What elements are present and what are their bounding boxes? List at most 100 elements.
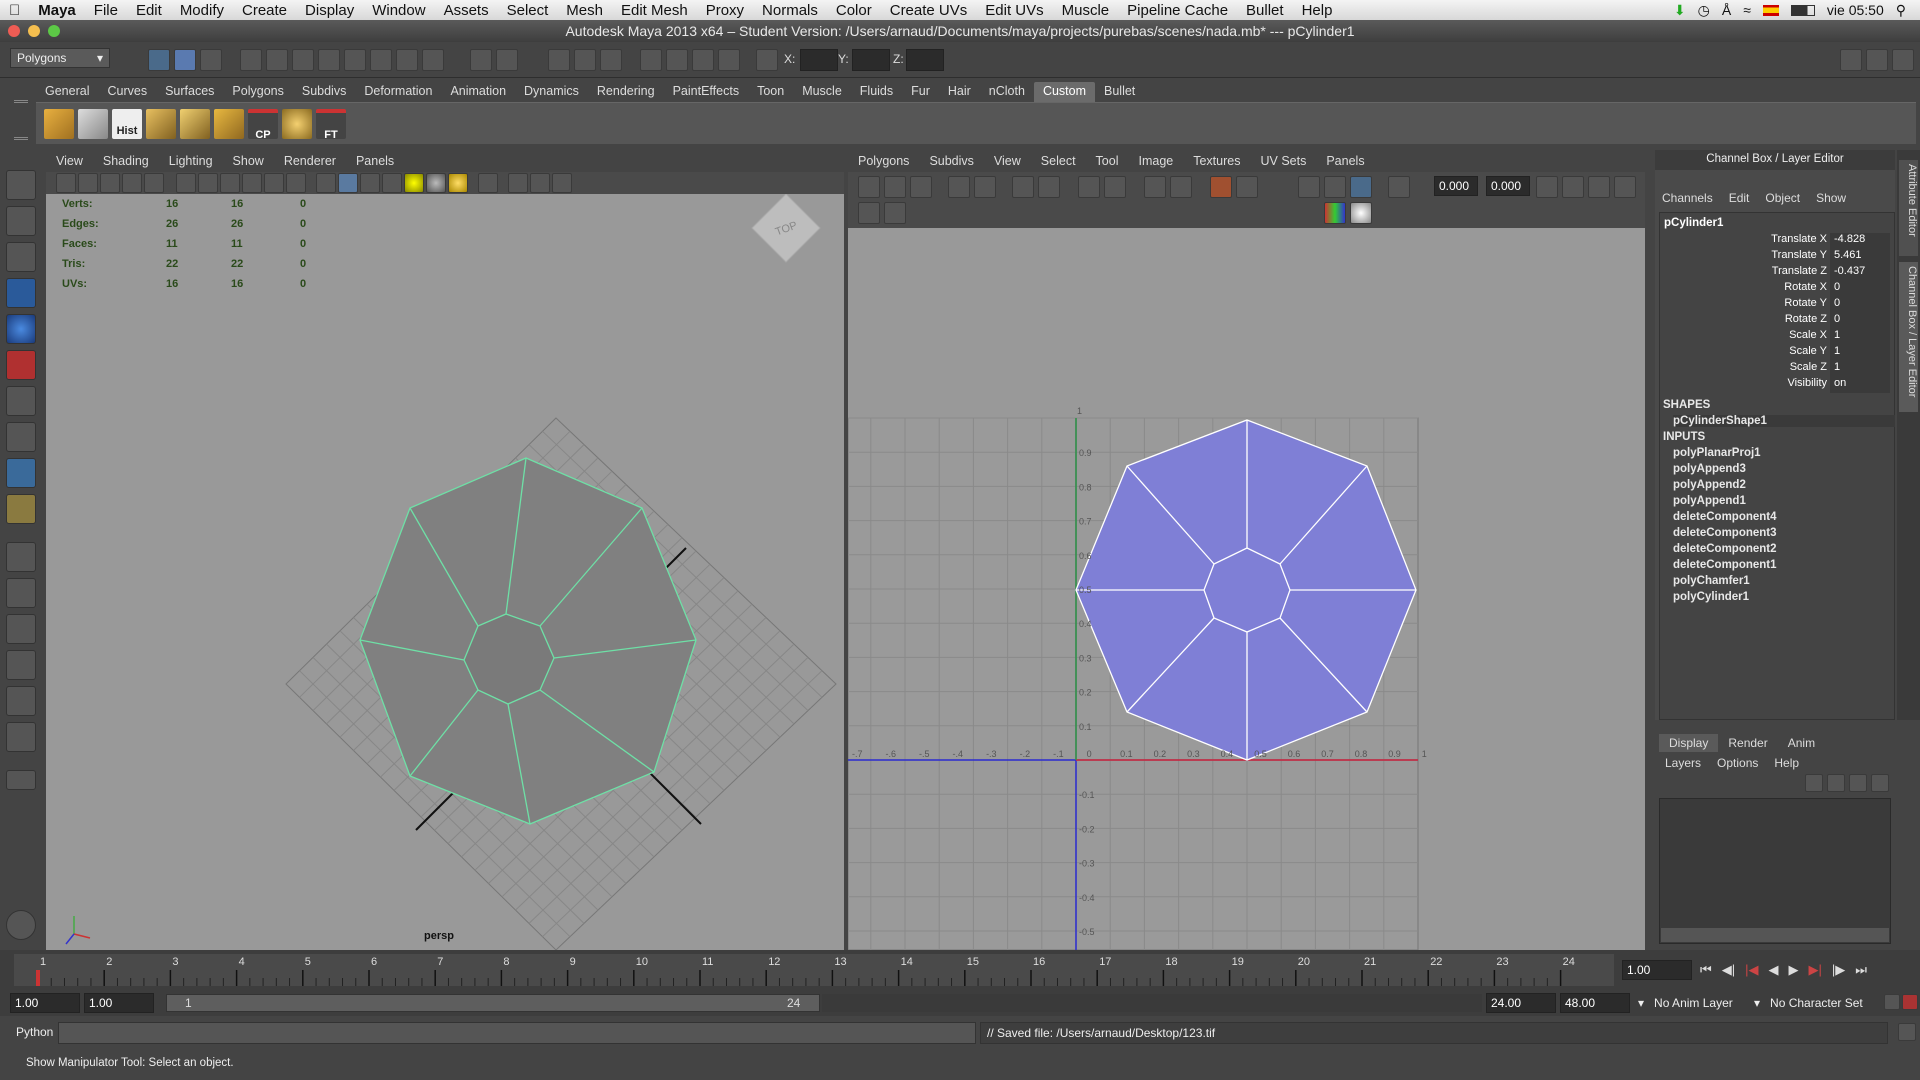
persp-menu-renderer[interactable]: Renderer: [274, 154, 346, 168]
move-layer-up-icon[interactable]: [1805, 774, 1823, 792]
bookmarks-icon[interactable]: [100, 173, 120, 193]
uv-shell[interactable]: [1075, 419, 1417, 761]
menu-app[interactable]: Maya: [29, 2, 85, 19]
history-icon[interactable]: Hist: [112, 109, 142, 139]
shelf-tab-fur[interactable]: Fur: [902, 82, 939, 102]
menu-help[interactable]: Help: [1293, 2, 1342, 19]
menu-window[interactable]: Window: [363, 2, 434, 19]
image-plane-icon[interactable]: [122, 173, 142, 193]
play-forwards-icon[interactable]: ▶: [1788, 962, 1798, 978]
make-live-icon[interactable]: [370, 49, 392, 71]
uv-texture-layout-icon[interactable]: [6, 722, 36, 752]
default-lighting-icon[interactable]: [404, 173, 424, 193]
uv-align-icon[interactable]: [948, 176, 970, 198]
object-name[interactable]: pCylinder1: [1664, 217, 1723, 229]
play-backwards-icon[interactable]: ◀: [1768, 962, 1778, 978]
select-component-icon[interactable]: [200, 49, 222, 71]
persp-outliner-layout-icon[interactable]: [6, 614, 36, 644]
battery-icon[interactable]: [1790, 4, 1815, 16]
center-pivot-icon[interactable]: CP: [248, 109, 278, 141]
move-tool-icon[interactable]: [6, 278, 36, 308]
playback-end-input[interactable]: 24.00: [1486, 993, 1556, 1013]
layout-expand-icon[interactable]: [6, 770, 36, 790]
new-empty-layer-icon[interactable]: [1849, 774, 1867, 792]
shadows-icon[interactable]: [426, 173, 446, 193]
select-object-icon[interactable]: [174, 49, 196, 71]
close-window-icon[interactable]: [8, 25, 20, 37]
menu-create[interactable]: Create: [233, 2, 296, 19]
uv-unfold-icon[interactable]: [1078, 176, 1100, 198]
render-settings-icon[interactable]: [640, 49, 662, 71]
uv-cut-icon[interactable]: [1012, 176, 1034, 198]
uv-rotate-icon[interactable]: [884, 202, 906, 224]
attr-rotate-y[interactable]: Rotate Y0: [1660, 297, 1890, 313]
grid-toggle-icon[interactable]: [176, 173, 196, 193]
menu-edit-mesh[interactable]: Edit Mesh: [612, 2, 697, 19]
uv-shaded-icon[interactable]: [1236, 176, 1258, 198]
input-node[interactable]: deleteComponent3: [1673, 527, 1777, 539]
layer-tab-anim[interactable]: Anim: [1778, 734, 1825, 752]
uv-paste-icon[interactable]: [1588, 176, 1610, 198]
shelf-tab-toon[interactable]: Toon: [748, 82, 793, 102]
textured-icon[interactable]: [382, 173, 402, 193]
input-node[interactable]: polyPlanarProj1: [1673, 447, 1761, 459]
input-node[interactable]: polyAppend2: [1673, 479, 1746, 491]
uv-smudge-tool-icon[interactable]: [910, 176, 932, 198]
menu-modify[interactable]: Modify: [171, 2, 233, 19]
end-time-input[interactable]: 48.00: [1560, 993, 1630, 1013]
shelf-tab-painteffects[interactable]: PaintEffects: [664, 82, 748, 102]
camera-attributes-icon[interactable]: [78, 173, 98, 193]
select-camera-icon[interactable]: [56, 173, 76, 193]
layers-menu[interactable]: Layers: [1665, 756, 1701, 770]
uv-move-tool-icon[interactable]: [884, 176, 906, 198]
attr-rotate-z[interactable]: Rotate Z0: [1660, 313, 1890, 329]
snap-view-plane-icon[interactable]: [344, 49, 366, 71]
auto-map-icon[interactable]: [180, 109, 210, 139]
isolate-select-icon[interactable]: [478, 173, 498, 193]
render-region-icon[interactable]: [692, 49, 714, 71]
sculpt-tool-icon[interactable]: [6, 910, 36, 940]
render-frame-icon[interactable]: [574, 49, 596, 71]
uv-shade-icon[interactable]: [1350, 176, 1372, 198]
go-to-start-icon[interactable]: ⏮: [1700, 962, 1712, 978]
playback-start-input[interactable]: 1.00: [84, 993, 154, 1013]
v-value-input[interactable]: 0.000: [1486, 176, 1530, 196]
sphere-map-icon[interactable]: [282, 109, 312, 139]
input-node[interactable]: polyChamfer1: [1673, 575, 1750, 587]
u-value-input[interactable]: 0.000: [1434, 176, 1478, 196]
shelf-tab-general[interactable]: General: [36, 82, 98, 102]
menu-set-dropdown[interactable]: Polygons ▾: [10, 48, 110, 68]
help-icon[interactable]: [422, 49, 444, 71]
menu-color[interactable]: Color: [827, 2, 881, 19]
shelf-tab-surfaces[interactable]: Surfaces: [156, 82, 223, 102]
character-set-dropdown[interactable]: ▾ No Character Set: [1754, 996, 1863, 1010]
attr-rotate-x[interactable]: Rotate X0: [1660, 281, 1890, 297]
shelf-tab-dynamics[interactable]: Dynamics: [515, 82, 588, 102]
channels-menu[interactable]: Channels: [1662, 191, 1713, 205]
xray-joints-icon[interactable]: [530, 173, 550, 193]
select-tool-icon[interactable]: [6, 170, 36, 200]
pick-mask-icon[interactable]: [240, 49, 262, 71]
wifi-icon[interactable]: ≈: [1743, 2, 1751, 18]
attr-translate-x[interactable]: Translate X -4.828: [1660, 233, 1890, 249]
film-gate-icon[interactable]: [198, 173, 218, 193]
four-view-layout-icon[interactable]: [6, 578, 36, 608]
ipr-render-icon[interactable]: [600, 49, 622, 71]
menu-create-uvs[interactable]: Create UVs: [881, 2, 977, 19]
hypershade-icon[interactable]: [666, 49, 688, 71]
shelf-tab-subdivs[interactable]: Subdivs: [293, 82, 355, 102]
help-menu[interactable]: Help: [1774, 756, 1799, 770]
flag-icon[interactable]: [1762, 4, 1779, 16]
uv-image-range-icon[interactable]: [1388, 176, 1410, 198]
layer-list[interactable]: [1659, 798, 1891, 944]
toggle-channel-box-icon[interactable]: [1892, 49, 1914, 71]
universal-manipulator-icon[interactable]: [6, 386, 36, 416]
menu-normals[interactable]: Normals: [753, 2, 827, 19]
uv-menu-image[interactable]: Image: [1128, 154, 1183, 168]
start-time-input[interactable]: 1.00: [10, 993, 80, 1013]
menu-edit-uvs[interactable]: Edit UVs: [976, 2, 1052, 19]
menu-assets[interactable]: Assets: [435, 2, 498, 19]
menu-display[interactable]: Display: [296, 2, 363, 19]
auto-key-icon[interactable]: [1884, 994, 1900, 1010]
clock[interactable]: vie 05:50: [1827, 2, 1884, 18]
